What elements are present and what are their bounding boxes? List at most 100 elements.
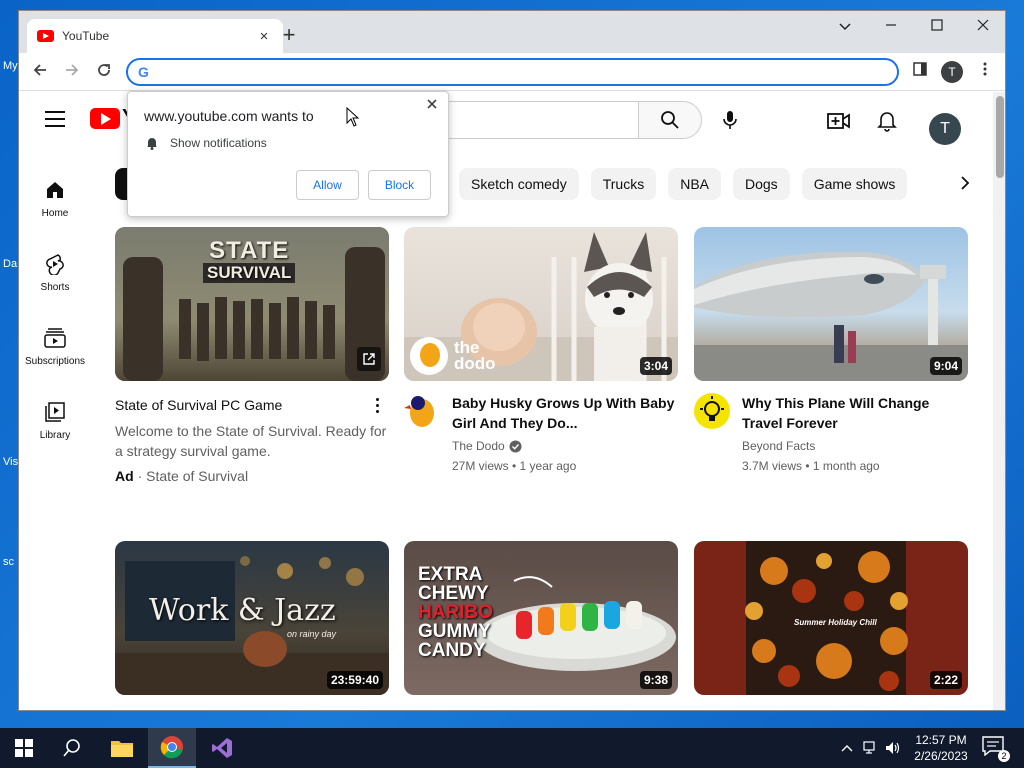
notifications-bell-icon[interactable]	[874, 108, 900, 134]
new-tab-button[interactable]: +	[277, 23, 301, 47]
maximize-button[interactable]	[917, 15, 957, 39]
profile-avatar[interactable]: T	[941, 61, 963, 83]
home-icon	[19, 178, 91, 202]
video-stats: 3.7M views • 1 month ago	[742, 459, 880, 473]
tab-title: YouTube	[62, 29, 110, 43]
scrollbar-thumb[interactable]	[996, 96, 1004, 178]
minimize-button[interactable]	[871, 15, 911, 39]
video-thumbnail[interactable]: EXTRA CHEWY HARIBO GUMMY CANDY 9:38	[404, 541, 678, 695]
video-duration: 3:04	[639, 357, 672, 375]
work-jazz-title: Work & Jazz	[149, 593, 336, 628]
folder-icon	[111, 741, 133, 757]
video-card[interactable]: Summer Holiday Chill 2:22	[694, 541, 968, 695]
chrome-taskbar-button[interactable]	[148, 728, 196, 768]
start-button[interactable]	[0, 728, 48, 768]
tab-search-button[interactable]	[825, 15, 865, 39]
ad-description: Welcome to the State of Survival. Ready …	[115, 423, 387, 459]
voice-search-button[interactable]	[711, 101, 749, 139]
network-icon[interactable]	[862, 738, 880, 758]
sidebar-item-subscriptions[interactable]: Subscriptions	[19, 326, 91, 367]
mouse-cursor-icon	[346, 107, 360, 127]
google-icon: G	[138, 64, 149, 80]
popup-close-icon[interactable]	[424, 96, 440, 114]
notification-permission-popup: www.youtube.com wants to Show notificati…	[127, 91, 449, 217]
close-window-button[interactable]	[963, 15, 1003, 39]
desktop-icon-label[interactable]: My	[3, 60, 18, 72]
video-thumbnail[interactable]: Summer Holiday Chill 2:22	[694, 541, 968, 695]
channel-name[interactable]: The Dodo	[452, 439, 678, 453]
permission-label: Show notifications	[170, 136, 267, 150]
chip-next-chevron-icon[interactable]	[953, 172, 977, 196]
channel-name-text: Beyond Facts	[742, 439, 816, 453]
dodo-logo-icon	[410, 337, 448, 375]
tray-chevron-up-icon[interactable]	[838, 738, 856, 758]
ad-meta: State of Survival PC Game Welcome to the…	[115, 395, 389, 484]
sidebar-item-library[interactable]: Library	[19, 400, 91, 441]
desktop-icon-label[interactable]: Da	[3, 258, 17, 270]
search-icon	[63, 739, 80, 757]
action-center-button[interactable]: 2	[982, 736, 1010, 762]
tab-youtube[interactable]: YouTube ×	[27, 19, 283, 53]
taskbar-clock[interactable]: 12:57 PM 2/26/2023	[908, 732, 974, 764]
chip[interactable]: Sketch comedy	[459, 168, 579, 200]
volume-icon[interactable]	[884, 738, 902, 758]
more-options-icon[interactable]	[369, 395, 385, 415]
sidebar-item-shorts[interactable]: Shorts	[19, 252, 91, 293]
channel-name[interactable]: Beyond Facts	[742, 439, 968, 453]
video-title[interactable]: Baby Husky Grows Up With Baby Girl And T…	[452, 393, 678, 433]
microphone-icon	[723, 111, 737, 129]
search-button[interactable]	[638, 101, 702, 139]
video-card[interactable]: 9:04 Why This Plane Will Change Travel F…	[694, 227, 968, 473]
back-button[interactable]	[28, 60, 52, 84]
desktop-icon-label[interactable]: sc	[3, 556, 14, 568]
ad-title[interactable]: State of Survival PC Game	[115, 395, 389, 415]
windows-taskbar: 12:57 PM 2/26/2023 2	[0, 728, 1024, 768]
visual-studio-button[interactable]	[198, 728, 246, 768]
block-button[interactable]: Block	[368, 170, 431, 200]
hamburger-menu-icon[interactable]	[45, 111, 65, 127]
chip[interactable]: NBA	[668, 168, 721, 200]
clock-date: 2/26/2023	[914, 749, 968, 763]
page-scrollbar[interactable]	[993, 92, 1005, 710]
file-explorer-button[interactable]	[98, 728, 146, 768]
ad-thumbnail[interactable]: STATE SURVIVAL	[115, 227, 389, 381]
visual-studio-icon	[212, 738, 232, 758]
video-title[interactable]: Why This Plane Will Change Travel Foreve…	[742, 393, 968, 433]
ad-info: Ad · State of Survival	[115, 468, 389, 484]
external-link-icon[interactable]	[357, 347, 381, 371]
video-duration: 2:22	[929, 671, 962, 689]
account-avatar[interactable]: T	[929, 113, 961, 145]
channel-name-text: The Dodo	[452, 439, 505, 453]
video-thumbnail[interactable]: the dodo 3:04	[404, 227, 678, 381]
video-thumbnail[interactable]: Work & Jazz on rainy day 23:59:40	[115, 541, 389, 695]
reload-button[interactable]	[92, 60, 116, 84]
subscriptions-icon	[19, 326, 91, 350]
search-taskbar-button[interactable]	[48, 728, 96, 768]
video-thumbnail[interactable]: 9:04	[694, 227, 968, 381]
youtube-logo-icon[interactable]	[90, 108, 120, 129]
forward-button[interactable]	[60, 60, 84, 84]
tab-close-icon[interactable]: ×	[255, 28, 273, 45]
video-card[interactable]: the dodo 3:04 Baby Husky Grows Up With B…	[404, 227, 678, 473]
chip[interactable]: Game shows	[801, 168, 908, 200]
channel-avatar[interactable]	[404, 393, 440, 429]
work-jazz-subtitle: on rainy day	[287, 629, 337, 639]
desktop-icon-label[interactable]: Vis	[3, 456, 18, 468]
address-bar[interactable]: G	[126, 58, 899, 86]
search-input[interactable]	[444, 101, 639, 139]
ad-card[interactable]: STATE SURVIVAL State of Survival PC Game…	[115, 227, 389, 484]
chip[interactable]: Dogs	[733, 168, 790, 200]
chip[interactable]: Trucks	[590, 168, 657, 200]
video-card[interactable]: EXTRA CHEWY HARIBO GUMMY CANDY 9:38	[404, 541, 678, 695]
create-video-icon[interactable]	[826, 108, 852, 134]
ad-badge: Ad	[115, 468, 134, 484]
popup-title: www.youtube.com wants to	[144, 108, 314, 124]
video-card[interactable]: Work & Jazz on rainy day 23:59:40	[115, 541, 389, 695]
allow-button[interactable]: Allow	[296, 170, 359, 200]
address-input[interactable]	[154, 64, 897, 80]
side-panel-icon[interactable]	[909, 61, 931, 83]
channel-avatar[interactable]	[694, 393, 730, 429]
sidebar-item-home[interactable]: Home	[19, 178, 91, 219]
the-dodo-watermark: the dodo	[410, 337, 496, 375]
chrome-menu-icon[interactable]	[974, 61, 996, 83]
